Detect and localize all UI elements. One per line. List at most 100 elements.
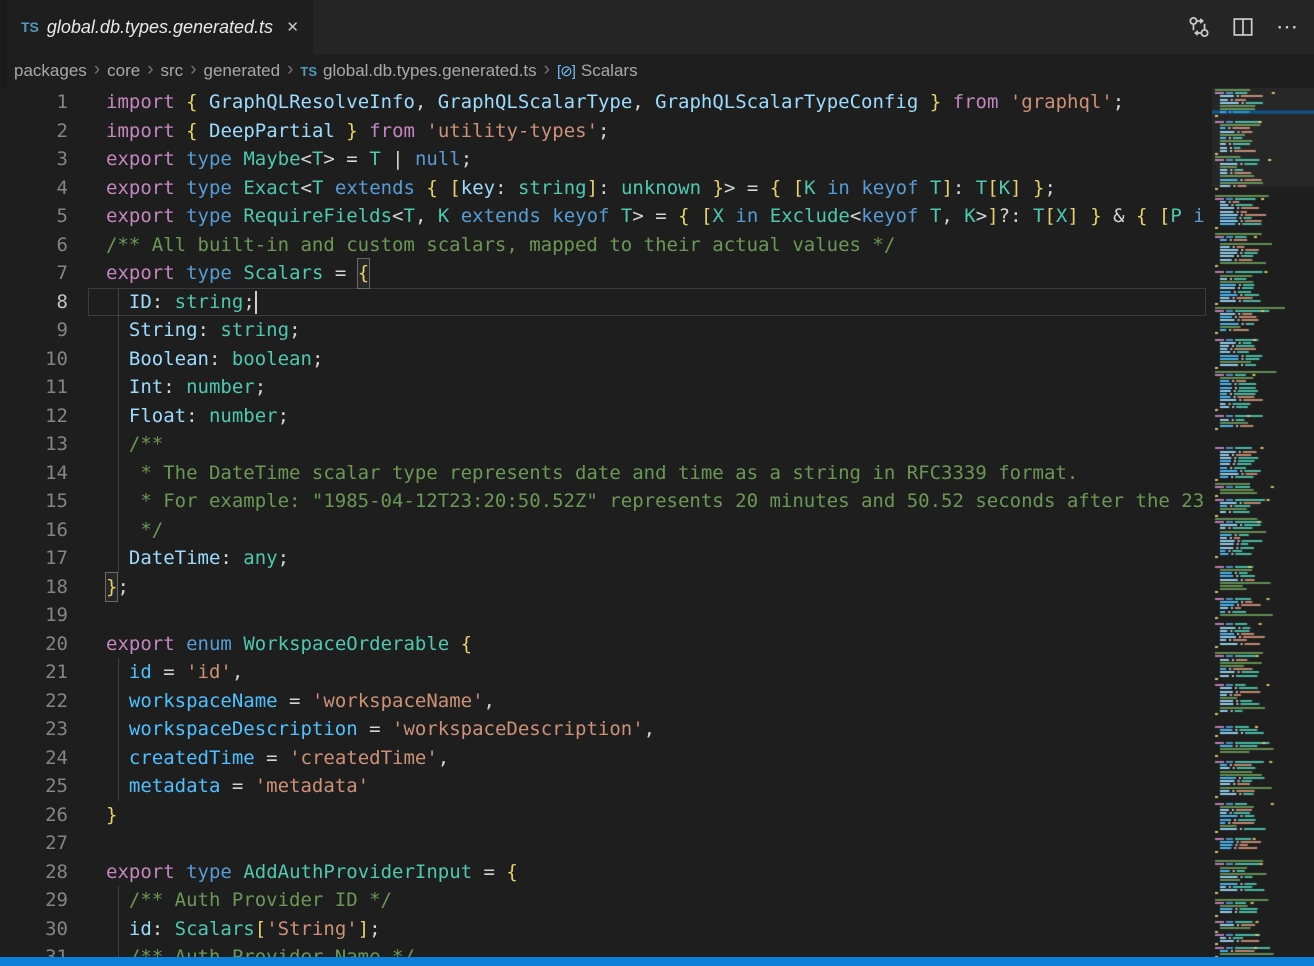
more-actions-button[interactable]: ⋯: [1272, 12, 1302, 42]
code-line[interactable]: 19: [0, 601, 1206, 630]
code-text: workspaceName = 'workspaceName',: [106, 687, 495, 716]
code-line[interactable]: 13 /**: [0, 430, 1206, 459]
breadcrumb-item-file[interactable]: global.db.types.generated.ts: [323, 61, 537, 81]
more-actions-icon: ⋯: [1276, 22, 1298, 32]
code-line[interactable]: 23 workspaceDescription = 'workspaceDesc…: [0, 715, 1206, 744]
code-text: */: [106, 516, 163, 545]
code-line[interactable]: 10 Boolean: boolean;: [0, 345, 1206, 374]
line-number[interactable]: 6: [0, 231, 68, 260]
code-line[interactable]: 9 String: string;: [0, 316, 1206, 345]
code-line[interactable]: 2import { DeepPartial } from 'utility-ty…: [0, 117, 1206, 146]
line-number[interactable]: 27: [0, 829, 68, 858]
code-line[interactable]: 16 */: [0, 516, 1206, 545]
line-number[interactable]: 14: [0, 459, 68, 488]
code-text: DateTime: any;: [106, 544, 289, 573]
code-text: export enum WorkspaceOrderable {: [106, 630, 472, 659]
code-text: export type Scalars = {: [106, 259, 369, 288]
line-number[interactable]: 11: [0, 373, 68, 402]
code-line[interactable]: 6/** All built-in and custom scalars, ma…: [0, 231, 1206, 260]
line-number[interactable]: 2: [0, 117, 68, 146]
code-line[interactable]: 24 createdTime = 'createdTime',: [0, 744, 1206, 773]
typescript-file-icon: TS: [300, 64, 317, 79]
code-line[interactable]: 18};: [0, 573, 1206, 602]
breadcrumb-item-generated[interactable]: generated: [204, 61, 281, 81]
line-number[interactable]: 20: [0, 630, 68, 659]
code-text: Boolean: boolean;: [106, 345, 323, 374]
line-number[interactable]: 1: [0, 88, 68, 117]
line-number[interactable]: 12: [0, 402, 68, 431]
close-tab-icon[interactable]: ✕: [282, 16, 303, 38]
code-line[interactable]: 25 metadata = 'metadata': [0, 772, 1206, 801]
code-text: export type Exact<T extends { [key: stri…: [106, 174, 1056, 203]
line-number[interactable]: 22: [0, 687, 68, 716]
line-number[interactable]: 24: [0, 744, 68, 773]
breadcrumb-item-packages[interactable]: packages: [14, 61, 87, 81]
minimap[interactable]: [1212, 88, 1314, 957]
code-line[interactable]: 8 ID: string;: [0, 288, 1206, 317]
split-editor-button[interactable]: [1228, 12, 1258, 42]
editor-pane[interactable]: 1import { GraphQLResolveInfo, GraphQLSca…: [0, 88, 1314, 957]
line-number[interactable]: 17: [0, 544, 68, 573]
code-line[interactable]: 17 DateTime: any;: [0, 544, 1206, 573]
code-line[interactable]: 5export type RequireFields<T, K extends …: [0, 202, 1206, 231]
line-number[interactable]: 13: [0, 430, 68, 459]
line-number[interactable]: 9: [0, 316, 68, 345]
code-line[interactable]: 29 /** Auth Provider ID */: [0, 886, 1206, 915]
line-number[interactable]: 3: [0, 145, 68, 174]
typescript-file-icon: TS: [21, 19, 39, 35]
code-line[interactable]: 28export type AddAuthProviderInput = {: [0, 858, 1206, 887]
chevron-right-icon: ›: [190, 59, 196, 81]
breadcrumb-item-core[interactable]: core: [107, 61, 140, 81]
code-line[interactable]: 1import { GraphQLResolveInfo, GraphQLSca…: [0, 88, 1206, 117]
code-line[interactable]: 12 Float: number;: [0, 402, 1206, 431]
line-number[interactable]: 25: [0, 772, 68, 801]
code-text: /** Auth Provider ID */: [106, 886, 392, 915]
tab-global-db-types[interactable]: TS global.db.types.generated.ts ✕: [7, 0, 313, 54]
code-line[interactable]: 7 export type Scalars = {: [0, 259, 1206, 288]
line-number[interactable]: 10: [0, 345, 68, 374]
breadcrumb-item-symbol[interactable]: Scalars: [581, 61, 638, 81]
chevron-right-icon: ›: [287, 59, 293, 81]
code-line[interactable]: 27: [0, 829, 1206, 858]
breadcrumb: packages › core › src › generated › TS global.db.…: [0, 54, 1314, 88]
code-line[interactable]: 3export type Maybe<T> = T | null;: [0, 145, 1206, 174]
code-text: /** Auth Provider Name */: [106, 943, 415, 957]
code-text: id = 'id',: [106, 658, 243, 687]
line-number[interactable]: 4: [0, 174, 68, 203]
code-text: Int: number;: [106, 373, 266, 402]
line-number[interactable]: 31: [0, 943, 68, 957]
code-line[interactable]: 4 export type Exact<T extends { [key: str…: [0, 174, 1206, 203]
code-text: createdTime = 'createdTime',: [106, 744, 449, 773]
line-number[interactable]: 5: [0, 202, 68, 231]
code-line[interactable]: 20 export enum WorkspaceOrderable {: [0, 630, 1206, 659]
line-number[interactable]: 29: [0, 886, 68, 915]
open-changes-button[interactable]: [1184, 12, 1214, 42]
line-number[interactable]: 19: [0, 601, 68, 630]
vscode-editor-window: TS global.db.types.generated.ts ✕: [0, 0, 1314, 966]
line-number[interactable]: 30: [0, 915, 68, 944]
line-number[interactable]: 16: [0, 516, 68, 545]
code-line[interactable]: 21 id = 'id',: [0, 658, 1206, 687]
code-text: String: string;: [106, 316, 301, 345]
line-number[interactable]: 18: [0, 573, 68, 602]
chevron-right-icon: ›: [544, 59, 550, 81]
line-number[interactable]: 15: [0, 487, 68, 516]
chevron-right-icon: ›: [94, 59, 100, 81]
line-number[interactable]: 26: [0, 801, 68, 830]
code-area[interactable]: 1import { GraphQLResolveInfo, GraphQLSca…: [0, 88, 1206, 957]
code-line[interactable]: 30 id: Scalars['String'];: [0, 915, 1206, 944]
code-line[interactable]: 15 * For example: "1985-04-12T23:20:50.5…: [0, 487, 1206, 516]
code-line[interactable]: 22 workspaceName = 'workspaceName',: [0, 687, 1206, 716]
line-number[interactable]: 7: [0, 259, 68, 288]
code-line[interactable]: 26}: [0, 801, 1206, 830]
split-editor-icon: [1231, 15, 1255, 39]
code-text: metadata = 'metadata': [106, 772, 369, 801]
line-number[interactable]: 23: [0, 715, 68, 744]
line-number[interactable]: 8: [0, 288, 68, 317]
line-number[interactable]: 28: [0, 858, 68, 887]
line-number[interactable]: 21: [0, 658, 68, 687]
code-line[interactable]: 11 Int: number;: [0, 373, 1206, 402]
code-line[interactable]: 14 * The DateTime scalar type represents…: [0, 459, 1206, 488]
code-line[interactable]: 31 /** Auth Provider Name */: [0, 943, 1206, 957]
breadcrumb-item-src[interactable]: src: [161, 61, 184, 81]
